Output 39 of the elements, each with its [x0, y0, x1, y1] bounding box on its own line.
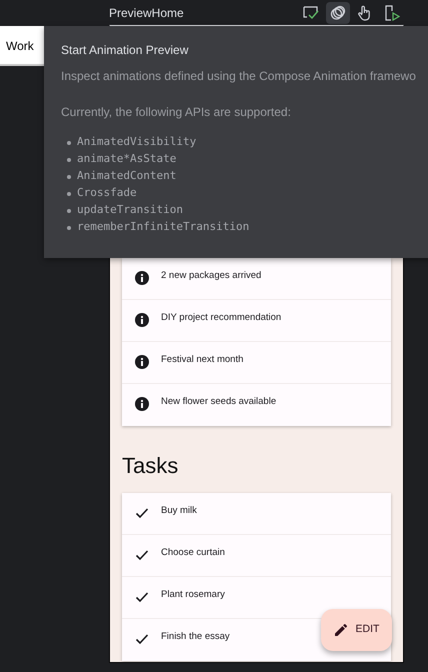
bullet-icon	[67, 158, 71, 162]
item-text: New flower seeds available	[161, 395, 276, 409]
device-play-icon	[384, 4, 400, 20]
item-text: 2 new packages arrived	[161, 269, 262, 283]
api-name: Crossfade	[77, 185, 137, 202]
item-text: Choose curtain	[161, 546, 225, 560]
bullet-icon	[67, 208, 71, 212]
list-item[interactable]: DIY project recommendation	[122, 300, 391, 342]
bullet-icon	[67, 226, 71, 230]
api-name: AnimatedVisibility	[77, 134, 196, 150]
hand-pointer-icon	[358, 4, 372, 20]
toolbar-title: PreviewHome	[109, 4, 185, 22]
api-name: AnimatedContent	[77, 168, 176, 184]
info-icon	[135, 355, 149, 369]
info-icon	[135, 271, 149, 285]
bullet-icon	[67, 174, 71, 178]
list-item[interactable]: Festival next month	[122, 342, 391, 384]
info-icon	[135, 313, 149, 327]
section-heading: Tasks	[122, 453, 180, 480]
api-name: updateTransition	[77, 202, 183, 218]
display-check-icon	[303, 6, 319, 20]
tooltip-title: Start Animation Preview	[61, 42, 190, 59]
item-text: DIY project recommendation	[161, 311, 282, 325]
edit-button[interactable]: EDIT	[321, 609, 392, 651]
item-text: Plant rosemary	[161, 588, 225, 602]
list-item[interactable]: New flower seeds available	[122, 384, 391, 426]
pencil-icon	[334, 623, 348, 637]
rings-icon	[330, 4, 346, 20]
item-text: Finish the essay	[161, 630, 230, 644]
api-name: rememberInfiniteTransition	[77, 219, 250, 236]
item-text: Festival next month	[161, 353, 244, 367]
info-icon	[135, 397, 149, 411]
tooltip-text: Currently, the following APIs are supported:	[61, 104, 292, 121]
tooltip-description: Inspect animations defined using the Compose Animation framewo	[61, 68, 417, 85]
bullet-icon	[67, 192, 71, 196]
item-text: Buy milk	[161, 504, 197, 518]
bullet-icon	[67, 140, 71, 144]
api-name: animate*AsState	[77, 151, 176, 168]
toolbar-button[interactable]	[326, 2, 350, 24]
